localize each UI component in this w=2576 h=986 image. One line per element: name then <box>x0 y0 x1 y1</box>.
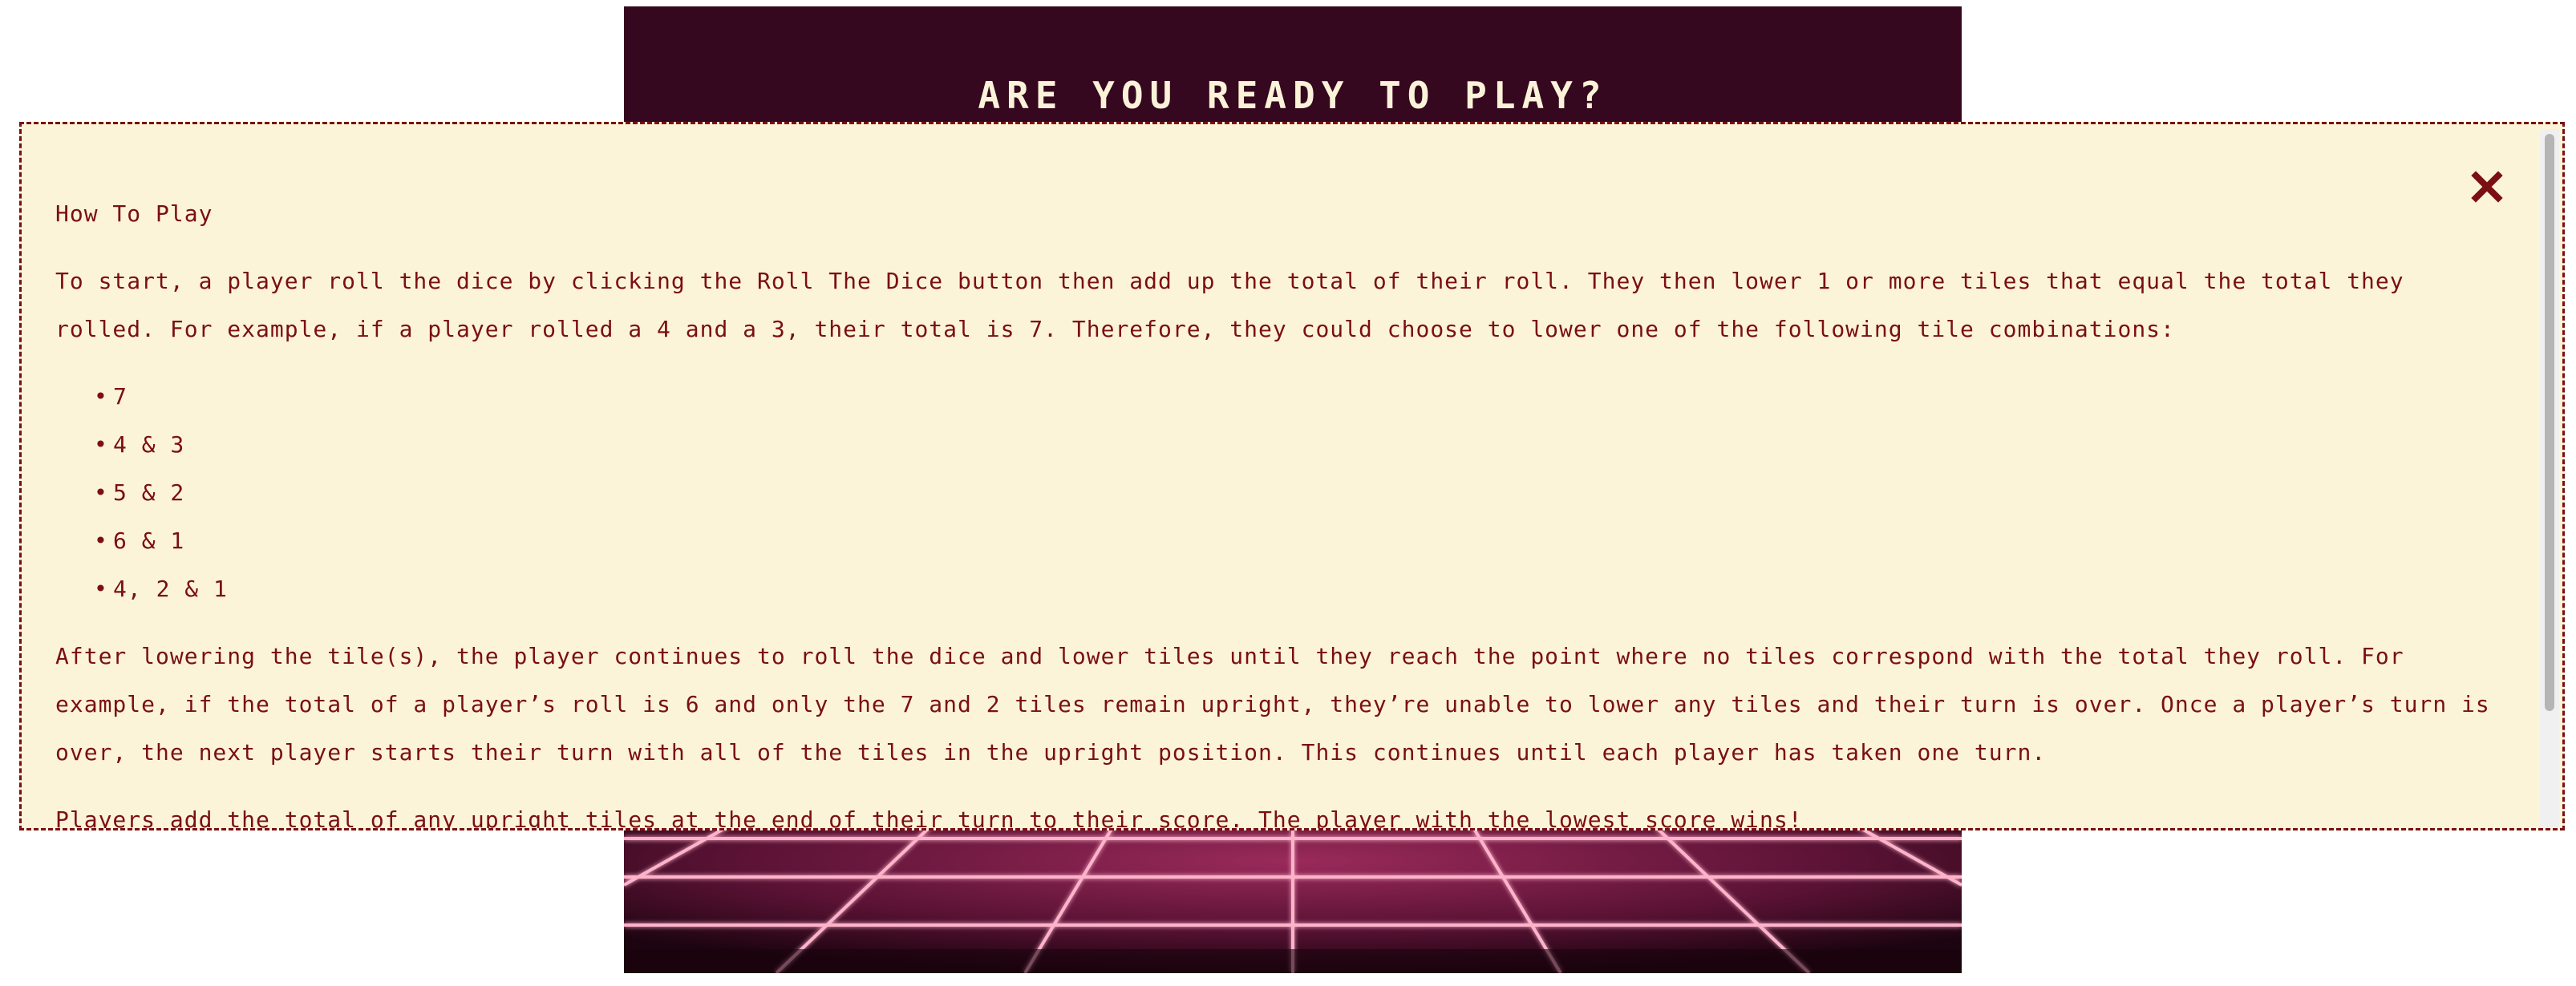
how-to-play-modal: How To Play To start, a player roll the … <box>19 122 2565 830</box>
combination-text: 4, 2 & 1 <box>113 576 228 602</box>
bullet-icon: • <box>94 431 108 458</box>
combination-item: • 7 <box>94 373 2495 421</box>
combination-text: 4 & 3 <box>113 431 185 458</box>
combination-item: • 6 & 1 <box>94 517 2495 565</box>
bullet-icon: • <box>94 479 108 506</box>
combination-item: • 5 & 2 <box>94 469 2495 517</box>
combination-item: • 4, 2 & 1 <box>94 565 2495 613</box>
combination-text: 7 <box>113 383 128 410</box>
intro-paragraph: To start, a player roll the dice by clic… <box>55 268 2404 342</box>
bullet-icon: • <box>94 576 108 602</box>
modal-content: How To Play To start, a player roll the … <box>55 190 2495 830</box>
bullet-icon: • <box>94 383 108 410</box>
combination-list: • 7 • 4 & 3 • 5 & 2 • 6 & 1 • 4, 2 & 1 <box>55 373 2495 613</box>
scrollbar[interactable] <box>2540 129 2559 828</box>
combination-text: 5 & 2 <box>113 479 185 506</box>
modal-title: How To Play <box>55 200 213 227</box>
combination-text: 6 & 1 <box>113 527 185 554</box>
game-title: ARE YOU READY TO PLAY? <box>978 74 1608 117</box>
combination-item: • 4 & 3 <box>94 421 2495 469</box>
continuation-paragraph: After lowering the tile(s), the player c… <box>55 643 2490 766</box>
neon-grid-floor <box>624 813 1962 973</box>
scoring-paragraph: Players add the total of any upright til… <box>55 806 1803 830</box>
scrollbar-thumb[interactable] <box>2545 134 2554 711</box>
bullet-icon: • <box>94 527 108 554</box>
